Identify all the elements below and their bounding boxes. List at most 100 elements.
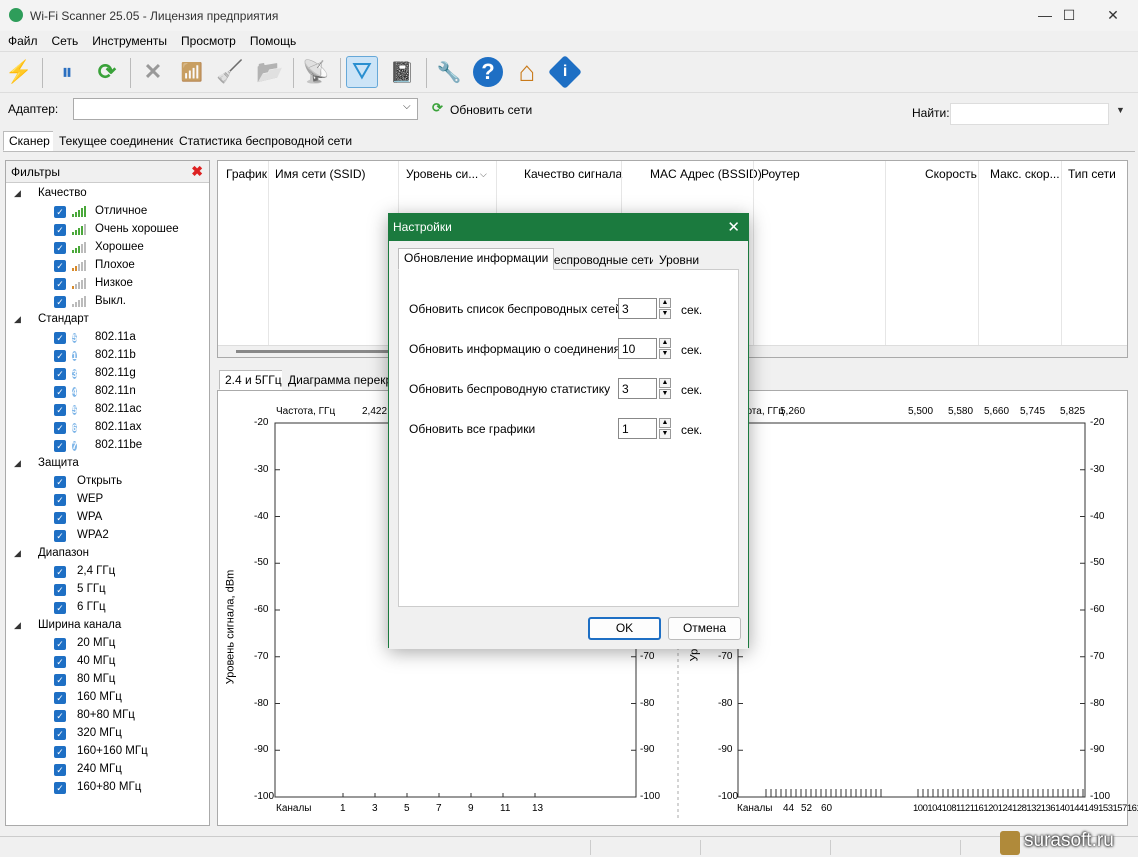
filter-item[interactable]: ✓ 2,4 ГГц: [6, 563, 209, 581]
collapse-icon[interactable]: ◢: [14, 314, 24, 324]
filter-item[interactable]: ✓ 80+80 МГц: [6, 707, 209, 725]
checkbox[interactable]: ✓: [54, 476, 66, 488]
tab-wireless-statistics[interactable]: Статистика беспроводной сети: [173, 131, 359, 151]
checkbox[interactable]: ✓: [54, 224, 66, 236]
checkbox[interactable]: ✓: [54, 782, 66, 794]
delete-icon[interactable]: ✕: [137, 56, 169, 88]
dialog-tab-wireless[interactable]: Беспроводные сети: [540, 250, 662, 270]
col-graph[interactable]: График: [226, 167, 267, 181]
filter-item[interactable]: ✓ Низкое: [6, 275, 209, 293]
clear-filters-icon[interactable]: ✖: [191, 163, 203, 180]
filter-item[interactable]: ✓ WEP: [6, 491, 209, 509]
checkbox[interactable]: ✓: [54, 512, 66, 524]
col-max-speed[interactable]: Макс. скор...: [990, 167, 1060, 181]
increment-icon[interactable]: ▲: [659, 338, 671, 348]
filter-item[interactable]: ✓ 160 МГц: [6, 689, 209, 707]
interval-stepper[interactable]: 3 ▲ ▼: [618, 378, 672, 399]
filter-item[interactable]: ✓ Отличное: [6, 203, 209, 221]
checkbox[interactable]: ✓: [54, 386, 66, 398]
checkbox[interactable]: ✓: [54, 494, 66, 506]
find-input[interactable]: [950, 103, 1109, 125]
filter-icon[interactable]: ⛛: [346, 56, 378, 88]
lightning-icon[interactable]: ⚡: [3, 56, 35, 88]
wrench-icon[interactable]: 🔧: [433, 56, 465, 88]
interval-stepper[interactable]: 10 ▲ ▼: [618, 338, 672, 359]
col-ssid[interactable]: Имя сети (SSID): [275, 167, 366, 181]
filter-item[interactable]: ✓ 20 МГц: [6, 635, 209, 653]
adapter-select[interactable]: [73, 98, 418, 120]
filter-group[interactable]: ◢ Качество: [6, 185, 209, 203]
decrement-icon[interactable]: ▼: [659, 429, 671, 439]
filter-item[interactable]: ✓ Плохое: [6, 257, 209, 275]
ok-button[interactable]: OK: [588, 617, 661, 640]
checkbox[interactable]: ✓: [54, 530, 66, 542]
filter-item[interactable]: ✓ 4 802.11n: [6, 383, 209, 401]
filter-item[interactable]: ✓ Выкл.: [6, 293, 209, 311]
folder-icon[interactable]: 📂: [254, 56, 286, 88]
interval-stepper[interactable]: 3 ▲ ▼: [618, 298, 672, 319]
col-speed[interactable]: Скорость: [925, 167, 977, 181]
tab-24-5ghz[interactable]: 2.4 и 5ГГц: [219, 370, 288, 390]
filter-item[interactable]: ✓ Открыть: [6, 473, 209, 491]
refresh-networks-button[interactable]: Обновить сети: [450, 103, 532, 117]
checkbox[interactable]: ✓: [54, 296, 66, 308]
decrement-icon[interactable]: ▼: [659, 349, 671, 359]
collapse-icon[interactable]: ◢: [14, 458, 24, 468]
menu-view[interactable]: Просмотр: [173, 31, 242, 48]
signal-remove-icon[interactable]: 📶: [176, 56, 208, 88]
dialog-close-icon[interactable]: ✕: [727, 218, 740, 236]
checkbox[interactable]: ✓: [54, 746, 66, 758]
maximize-button[interactable]: ☐: [1046, 0, 1092, 31]
collapse-icon[interactable]: ◢: [14, 620, 24, 630]
filter-item[interactable]: ✓ 160+160 МГц: [6, 743, 209, 761]
filter-item[interactable]: ✓ 240 МГц: [6, 761, 209, 779]
checkbox[interactable]: ✓: [54, 278, 66, 290]
checkbox[interactable]: ✓: [54, 674, 66, 686]
dialog-tab-update[interactable]: Обновление информации: [398, 248, 555, 270]
checkbox[interactable]: ✓: [54, 728, 66, 740]
filter-item[interactable]: ✓ 6 ГГц: [6, 599, 209, 617]
interval-value[interactable]: 3: [618, 378, 657, 399]
filter-item[interactable]: ✓ 80 МГц: [6, 671, 209, 689]
tab-overlap-diagram[interactable]: Диаграмма перекр: [282, 370, 399, 390]
checkbox[interactable]: ✓: [54, 242, 66, 254]
checkbox[interactable]: ✓: [54, 656, 66, 668]
interval-value[interactable]: 3: [618, 298, 657, 319]
decrement-icon[interactable]: ▼: [659, 389, 671, 399]
menu-tools[interactable]: Инструменты: [84, 31, 173, 48]
menu-network[interactable]: Сеть: [44, 31, 85, 48]
filter-item[interactable]: ✓ 3 802.11g: [6, 365, 209, 383]
home-icon[interactable]: ⌂: [511, 56, 543, 88]
refresh-icon[interactable]: ⟳: [91, 56, 123, 88]
filter-item[interactable]: ✓ 1 802.11b: [6, 347, 209, 365]
checkbox[interactable]: ✓: [54, 764, 66, 776]
menu-file[interactable]: Файл: [0, 31, 44, 48]
filter-item[interactable]: ✓ Хорошее: [6, 239, 209, 257]
filter-item[interactable]: ✓ 5 802.11a: [6, 329, 209, 347]
col-signal-quality[interactable]: Качество сигнала: [524, 167, 622, 181]
checkbox[interactable]: ✓: [54, 692, 66, 704]
dialog-tab-levels[interactable]: Уровни: [653, 250, 706, 270]
filter-item[interactable]: ✓ WPA: [6, 509, 209, 527]
collapse-icon[interactable]: ◢: [14, 548, 24, 558]
collapse-icon[interactable]: ◢: [14, 188, 24, 198]
filter-item[interactable]: ✓ 6 802.11ax: [6, 419, 209, 437]
filter-item[interactable]: ✓ 5 802.11ac: [6, 401, 209, 419]
filter-item[interactable]: ✓ 5 ГГц: [6, 581, 209, 599]
filter-item[interactable]: ✓ Очень хорошее: [6, 221, 209, 239]
decrement-icon[interactable]: ▼: [659, 309, 671, 319]
help-icon[interactable]: ?: [473, 57, 503, 87]
checkbox[interactable]: ✓: [54, 206, 66, 218]
notebook-icon[interactable]: 📓: [386, 56, 418, 88]
checkbox[interactable]: ✓: [54, 584, 66, 596]
col-router[interactable]: Роутер: [761, 167, 800, 181]
checkbox[interactable]: ✓: [54, 710, 66, 722]
checkbox[interactable]: ✓: [54, 602, 66, 614]
cancel-button[interactable]: Отмена: [668, 617, 741, 640]
checkbox[interactable]: ✓: [54, 422, 66, 434]
increment-icon[interactable]: ▲: [659, 418, 671, 428]
tab-scanner[interactable]: Сканер: [3, 131, 56, 151]
close-button[interactable]: ✕: [1090, 0, 1136, 31]
interval-value[interactable]: 10: [618, 338, 657, 359]
menu-help[interactable]: Помощь: [242, 31, 302, 48]
